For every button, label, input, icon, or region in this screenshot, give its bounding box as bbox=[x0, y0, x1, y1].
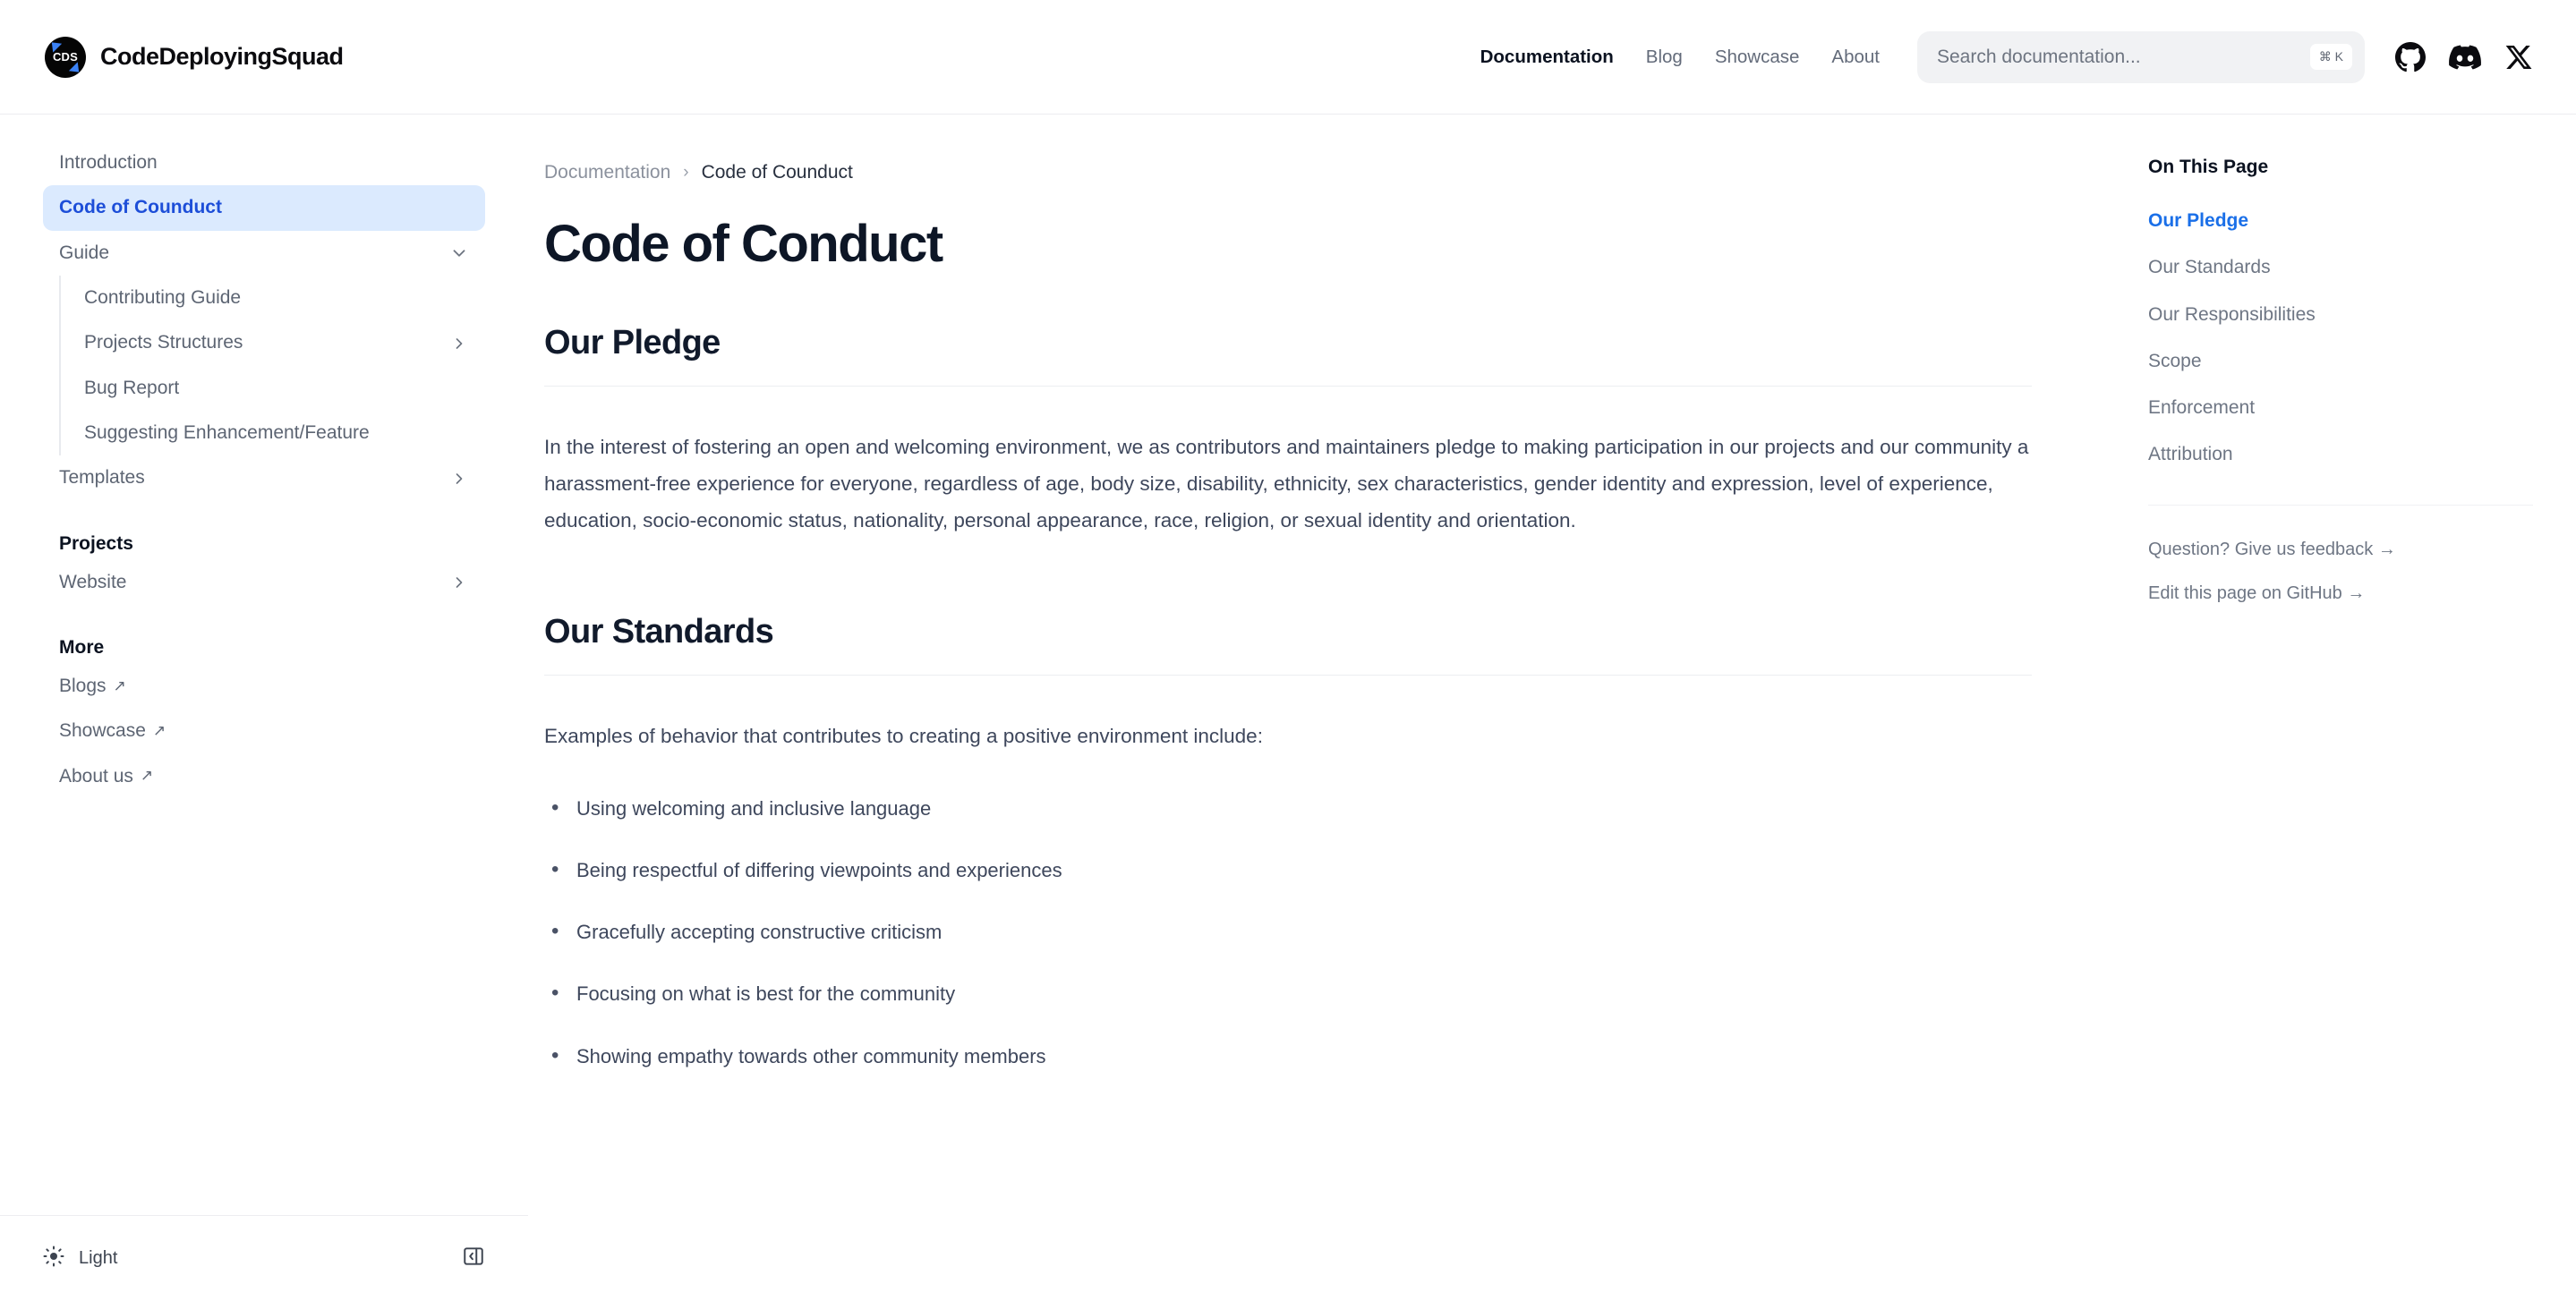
list-item: Being respectful of differing viewpoints… bbox=[544, 853, 2032, 888]
site-header: CDS CodeDeployingSquad Documentation Blo… bbox=[0, 0, 2576, 115]
toc-title: On This Page bbox=[2148, 157, 2269, 177]
toc-item-enforcement[interactable]: Enforcement bbox=[2148, 395, 2540, 420]
section-heading-our-standards: Our Standards bbox=[544, 613, 2032, 676]
sidebar-item-suggesting-enhancement[interactable]: Suggesting Enhancement/Feature bbox=[61, 411, 485, 455]
brand-name: CodeDeployingSquad bbox=[100, 43, 344, 70]
list-item: Showing empathy towards other community … bbox=[544, 1038, 2032, 1073]
logo-monogram: CDS bbox=[52, 50, 79, 64]
sidebar-scroll-area[interactable]: Introduction Code of Counduct Guide Cont… bbox=[0, 115, 528, 799]
sidebar-scroll-fade bbox=[0, 1117, 528, 1215]
sun-icon bbox=[43, 1246, 64, 1272]
toc-item-attribution[interactable]: Attribution bbox=[2148, 442, 2540, 466]
chevron-right-icon bbox=[449, 469, 469, 489]
sidebar-footer: Light bbox=[0, 1215, 528, 1301]
sidebar-group-guide-children: Contributing Guide Projects Structures B… bbox=[59, 276, 528, 456]
sidebar-group-templates[interactable]: Templates bbox=[43, 455, 485, 500]
breadcrumb-current: Code of Counduct bbox=[701, 162, 853, 183]
toc-divider bbox=[2148, 504, 2533, 506]
sidebar-item-blogs[interactable]: Blogs ↗ bbox=[43, 664, 485, 709]
section-paragraph-our-pledge: In the interest of fostering an open and… bbox=[544, 436, 2029, 531]
search-input[interactable]: Search documentation... ⌘ K bbox=[1917, 30, 2365, 83]
sidebar-item-bug-report[interactable]: Bug Report bbox=[61, 366, 485, 411]
toc-item-scope[interactable]: Scope bbox=[2148, 349, 2540, 373]
brand-logo-link[interactable]: CDS CodeDeployingSquad bbox=[45, 36, 344, 78]
toc-item-our-responsibilities[interactable]: Our Responsibilities bbox=[2148, 302, 2540, 327]
sidebar-collapse-icon[interactable] bbox=[462, 1245, 485, 1272]
sidebar-group-guide[interactable]: Guide bbox=[43, 231, 485, 276]
sidebar-item-code-of-conduct[interactable]: Code of Counduct bbox=[43, 185, 485, 231]
nav-link-blog[interactable]: Blog bbox=[1630, 47, 1699, 68]
logo-arrow-bottom-icon bbox=[68, 61, 84, 77]
sidebar-item-about-us[interactable]: About us ↗ bbox=[43, 754, 485, 799]
list-item: Gracefully accepting constructive critic… bbox=[544, 914, 2032, 949]
x-icon[interactable] bbox=[2504, 43, 2533, 72]
page-title: Code of Conduct bbox=[544, 215, 943, 273]
nav-link-documentation[interactable]: Documentation bbox=[1464, 47, 1630, 68]
sidebar-item-label: Showcase bbox=[59, 720, 146, 742]
section-heading-our-pledge: Our Pledge bbox=[544, 324, 2032, 387]
chevron-down-icon bbox=[449, 243, 469, 263]
sidebar-item-label: Suggesting Enhancement/Feature bbox=[84, 422, 370, 444]
theme-toggle-button[interactable]: Light bbox=[43, 1246, 117, 1272]
nav-link-about[interactable]: About bbox=[1815, 47, 1896, 68]
list-item: Using welcoming and inclusive language bbox=[544, 791, 2032, 826]
sidebar-item-contributing-guide[interactable]: Contributing Guide bbox=[61, 276, 485, 320]
feedback-link[interactable]: Question? Give us feedback → bbox=[2148, 540, 2540, 560]
sidebar-item-label: Templates bbox=[59, 467, 145, 489]
external-link-icon: ↗ bbox=[113, 676, 126, 694]
breadcrumb: Documentation › Code of Counduct bbox=[544, 162, 2032, 183]
section-paragraph-our-standards: Examples of behavior that contributes to… bbox=[544, 724, 1263, 747]
sidebar-item-label: Contributing Guide bbox=[84, 287, 242, 309]
chevron-right-icon bbox=[449, 334, 469, 353]
sidebar-section-projects-title: Projects bbox=[59, 532, 133, 554]
toc-item-our-pledge[interactable]: Our Pledge bbox=[2148, 208, 2540, 233]
main-scroll-fade bbox=[528, 1176, 2130, 1301]
sidebar-item-introduction[interactable]: Introduction bbox=[43, 140, 485, 185]
standards-bullet-list: Using welcoming and inclusive language B… bbox=[544, 791, 2032, 1073]
sidebar-item-label: Introduction bbox=[59, 152, 158, 173]
search-shortcut-badge: ⌘ K bbox=[2309, 44, 2352, 70]
chevron-right-icon bbox=[449, 573, 469, 592]
sidebar-item-label: Code of Counduct bbox=[59, 197, 222, 218]
nav-link-showcase[interactable]: Showcase bbox=[1699, 47, 1816, 68]
list-item: Focusing on what is best for the communi… bbox=[544, 976, 2032, 1011]
search-placeholder: Search documentation... bbox=[1937, 46, 2141, 67]
toc-item-our-standards[interactable]: Our Standards bbox=[2148, 255, 2540, 279]
cds-logo-icon: CDS bbox=[45, 36, 86, 78]
main-content: Documentation › Code of Counduct Code of… bbox=[528, 115, 2130, 1301]
header-right-cluster: Documentation Blog Showcase About Search… bbox=[1464, 30, 2533, 83]
sidebar-item-label: Blogs bbox=[59, 676, 107, 697]
main-inner: Documentation › Code of Counduct Code of… bbox=[528, 115, 2130, 1073]
external-link-icon: ↗ bbox=[140, 767, 154, 785]
external-link-icon: ↗ bbox=[152, 722, 166, 740]
sidebar-item-website[interactable]: Website bbox=[43, 560, 485, 605]
chevron-right-icon: › bbox=[683, 163, 689, 182]
sidebar-item-showcase[interactable]: Showcase ↗ bbox=[43, 709, 485, 753]
discord-icon[interactable] bbox=[2449, 41, 2481, 73]
sidebar-item-label: Bug Report bbox=[84, 377, 180, 398]
theme-label: Light bbox=[79, 1248, 118, 1268]
on-this-page-toc: On This Page Our Pledge Our Standards Ou… bbox=[2130, 115, 2576, 1301]
sidebar-item-projects-structures[interactable]: Projects Structures bbox=[61, 320, 485, 365]
primary-nav: Documentation Blog Showcase About bbox=[1464, 47, 1896, 68]
sidebar-item-label: Guide bbox=[59, 242, 110, 263]
sidebar-item-label: About us bbox=[59, 765, 133, 787]
sidebar-item-label: Website bbox=[59, 571, 127, 592]
sidebar-section-more-title: More bbox=[59, 637, 105, 659]
github-icon[interactable] bbox=[2395, 41, 2426, 72]
social-links bbox=[2395, 41, 2533, 73]
docs-sidebar: Introduction Code of Counduct Guide Cont… bbox=[0, 115, 528, 1301]
breadcrumb-root[interactable]: Documentation bbox=[544, 162, 670, 183]
sidebar-item-label: Projects Structures bbox=[84, 332, 243, 353]
edit-on-github-link[interactable]: Edit this page on GitHub → bbox=[2148, 583, 2540, 604]
